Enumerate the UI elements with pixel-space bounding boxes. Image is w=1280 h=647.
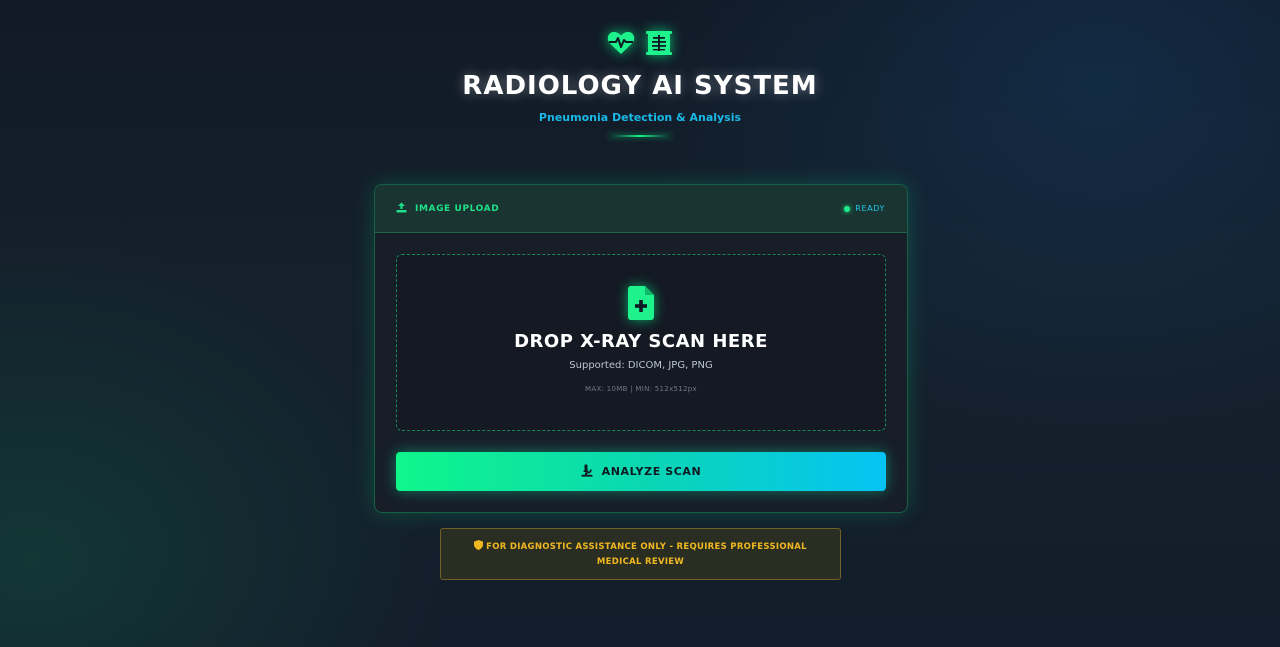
upload-card-title: IMAGE UPLOAD (396, 202, 499, 216)
page-title: RADIOLOGY AI SYSTEM (462, 71, 818, 101)
status-indicator: READY (844, 204, 885, 213)
status-label: READY (855, 204, 885, 213)
analyze-scan-button[interactable]: ANALYZE SCAN (396, 452, 886, 491)
page-subtitle: Pneumonia Detection & Analysis (538, 111, 742, 124)
microscope-icon (581, 464, 593, 480)
analyze-scan-label: ANALYZE SCAN (601, 465, 702, 478)
file-plus-icon (397, 286, 885, 320)
disclaimer-text: FOR DIAGNOSTIC ASSISTANCE ONLY - REQUIRE… (486, 541, 807, 567)
upload-icon (396, 202, 407, 216)
header-divider (609, 135, 671, 137)
upload-card-header: IMAGE UPLOAD READY (375, 185, 907, 233)
dropzone-size-limits: MAX: 10MB | MIN: 512x512px (585, 385, 697, 393)
header-icons (0, 30, 1280, 60)
x-ray-dropzone[interactable]: DROP X-RAY SCAN HERE Supported: DICOM, J… (396, 254, 886, 431)
shield-icon (474, 539, 484, 555)
dropzone-title: DROP X-RAY SCAN HERE (514, 331, 768, 352)
heart-pulse-icon (607, 31, 635, 59)
disclaimer-content: FOR DIAGNOSTIC ASSISTANCE ONLY - REQUIRE… (455, 539, 826, 569)
app-header: RADIOLOGY AI SYSTEM Pneumonia Detection … (0, 30, 1280, 137)
status-dot-icon (844, 205, 851, 212)
diagnostic-disclaimer: FOR DIAGNOSTIC ASSISTANCE ONLY - REQUIRE… (440, 528, 841, 580)
dropzone-supported-formats: Supported: DICOM, JPG, PNG (569, 360, 713, 371)
upload-card: IMAGE UPLOAD READY DROP X-RAY SCAN HERE … (374, 184, 908, 513)
upload-card-title-label: IMAGE UPLOAD (415, 203, 500, 214)
x-ray-icon (645, 30, 673, 60)
